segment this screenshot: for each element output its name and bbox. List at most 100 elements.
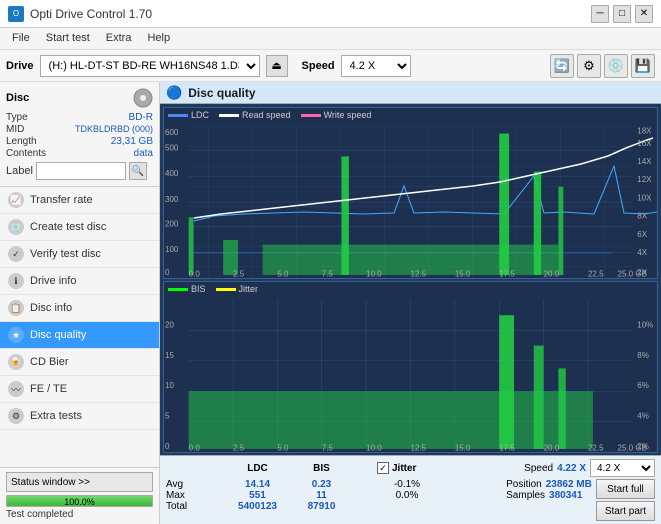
- svg-text:20: 20: [165, 320, 174, 329]
- svg-text:500: 500: [165, 143, 179, 152]
- legend-ldc: LDC: [168, 110, 209, 120]
- disc-button[interactable]: 💿: [604, 54, 628, 78]
- sidebar-item-extra-tests[interactable]: ⚙ Extra tests: [0, 403, 159, 430]
- sidebar-item-disc-info[interactable]: 📋 Disc info: [0, 295, 159, 322]
- legend-jitter: Jitter: [216, 284, 259, 294]
- sidebar-item-cd-bier[interactable]: 🍺 CD Bier: [0, 349, 159, 376]
- sidebar-item-fe-te[interactable]: 〰 FE / TE: [0, 376, 159, 403]
- stats-bis-header: BIS: [294, 463, 349, 474]
- jitter-checkbox[interactable]: ✓: [377, 462, 389, 474]
- svg-text:15: 15: [165, 351, 174, 360]
- disc-length-label: Length: [6, 136, 37, 147]
- disc-label-input[interactable]: [36, 162, 126, 180]
- start-part-button[interactable]: Start part: [596, 501, 655, 521]
- disc-header: Disc: [6, 88, 153, 108]
- svg-text:10.0: 10.0: [366, 443, 382, 452]
- svg-text:10: 10: [165, 381, 174, 390]
- minimize-button[interactable]: ─: [591, 5, 609, 23]
- stats-avg-jitter: -0.1%: [377, 479, 437, 490]
- menu-help[interactable]: Help: [139, 30, 178, 47]
- disc-label-key: Label: [6, 165, 33, 177]
- disc-type-row: Type BD-R: [6, 112, 153, 123]
- left-panel: Disc Type BD-R MID TDKBLDRBD (000) Lengt…: [0, 82, 160, 524]
- position-value: 23862 MB: [546, 479, 592, 490]
- chart-icon: 🔵: [166, 85, 182, 101]
- svg-text:17.5: 17.5: [499, 269, 515, 278]
- disc-info-icon: 📋: [8, 300, 24, 316]
- sidebar-item-drive-info-label: Drive info: [30, 275, 76, 287]
- speed-section: Speed 4.22 X 4.2 X: [524, 459, 655, 477]
- close-button[interactable]: ✕: [635, 5, 653, 23]
- save-button[interactable]: 💾: [631, 54, 655, 78]
- sidebar-item-drive-info[interactable]: ℹ Drive info: [0, 268, 159, 295]
- upper-chart-legend: LDC Read speed Write speed: [164, 108, 657, 122]
- svg-text:18X: 18X: [637, 127, 652, 136]
- sidebar-item-verify-test-disc[interactable]: ✓ Verify test disc: [0, 241, 159, 268]
- disc-title: Disc: [6, 92, 29, 104]
- upper-chart: LDC Read speed Write speed: [163, 107, 658, 279]
- stats-ldc-header: LDC: [225, 463, 290, 474]
- menu-start-test[interactable]: Start test: [38, 30, 98, 47]
- sidebar-item-disc-quality[interactable]: ★ Disc quality: [0, 322, 159, 349]
- right-panel: 🔵 Disc quality LDC Read speed: [160, 82, 661, 524]
- lower-chart: BIS Jitter: [163, 281, 658, 453]
- nav-items: 📈 Transfer rate 💿 Create test disc ✓ Ver…: [0, 187, 159, 467]
- menu-extra[interactable]: Extra: [98, 30, 140, 47]
- legend-read-speed: Read speed: [219, 110, 291, 120]
- start-buttons: Start full Start part: [596, 479, 655, 521]
- menu-file[interactable]: File: [4, 30, 38, 47]
- svg-text:0.0: 0.0: [189, 443, 201, 452]
- titlebar-left: O Opti Drive Control 1.70: [8, 6, 152, 22]
- speed-dropdown[interactable]: 4.2 X: [590, 459, 655, 477]
- settings-button[interactable]: ⚙: [577, 54, 601, 78]
- sidebar-item-transfer-rate[interactable]: 📈 Transfer rate: [0, 187, 159, 214]
- svg-text:12.5: 12.5: [411, 443, 427, 452]
- stats-max-label: Max: [166, 490, 221, 501]
- app-title: Opti Drive Control 1.70: [30, 7, 152, 21]
- svg-text:6X: 6X: [637, 230, 647, 239]
- speed-label: Speed: [302, 60, 335, 72]
- sidebar-item-create-test-disc-label: Create test disc: [30, 221, 106, 233]
- disc-section: Disc Type BD-R MID TDKBLDRBD (000) Lengt…: [0, 82, 159, 187]
- svg-text:12X: 12X: [637, 175, 652, 184]
- sidebar-item-create-test-disc[interactable]: 💿 Create test disc: [0, 214, 159, 241]
- svg-text:600: 600: [165, 128, 179, 137]
- drive-select[interactable]: (H:) HL-DT-ST BD-RE WH16NS48 1.D3: [40, 55, 260, 77]
- start-full-button[interactable]: Start full: [596, 479, 655, 499]
- svg-text:8X: 8X: [637, 212, 647, 221]
- create-test-disc-icon: 💿: [8, 219, 24, 235]
- titlebar: O Opti Drive Control 1.70 ─ □ ✕: [0, 0, 661, 28]
- speed-select[interactable]: 4.2 X: [341, 55, 411, 77]
- disc-mid-label: MID: [6, 124, 24, 135]
- maximize-button[interactable]: □: [613, 5, 631, 23]
- svg-text:14X: 14X: [637, 157, 652, 166]
- toolbar-icons: 🔄 ⚙ 💿 💾: [550, 54, 655, 78]
- stats-avg-label: Avg: [166, 479, 221, 490]
- eject-button[interactable]: ⏏: [266, 55, 288, 77]
- verify-test-disc-icon: ✓: [8, 246, 24, 262]
- disc-type-value: BD-R: [129, 112, 153, 123]
- app-icon: O: [8, 6, 24, 22]
- status-window-button[interactable]: Status window >>: [6, 472, 153, 492]
- stats-max-jitter: 0.0%: [377, 490, 437, 501]
- sidebar-item-fe-te-label: FE / TE: [30, 383, 67, 395]
- legend-bis: BIS: [168, 284, 206, 294]
- sidebar-item-cd-bier-label: CD Bier: [30, 356, 69, 368]
- svg-text:5.0: 5.0: [277, 269, 289, 278]
- stats-avg-bis: 0.23: [294, 479, 349, 490]
- svg-text:25.0 GB: 25.0 GB: [618, 443, 647, 452]
- progress-bar: 100.0%: [6, 495, 153, 507]
- svg-text:2.5: 2.5: [233, 269, 245, 278]
- svg-text:200: 200: [165, 219, 179, 228]
- stats-max-bis: 11: [294, 490, 349, 501]
- speed-header: Speed: [524, 463, 553, 474]
- cd-bier-icon: 🍺: [8, 354, 24, 370]
- svg-text:10%: 10%: [637, 320, 653, 329]
- sidebar-item-verify-test-disc-label: Verify test disc: [30, 248, 101, 260]
- status-text: Test completed: [6, 509, 153, 520]
- fe-te-icon: 〰: [8, 381, 24, 397]
- svg-text:0: 0: [165, 442, 170, 451]
- refresh-button[interactable]: 🔄: [550, 54, 574, 78]
- disc-label-button[interactable]: 🔍: [129, 162, 147, 180]
- svg-text:10.0: 10.0: [366, 269, 382, 278]
